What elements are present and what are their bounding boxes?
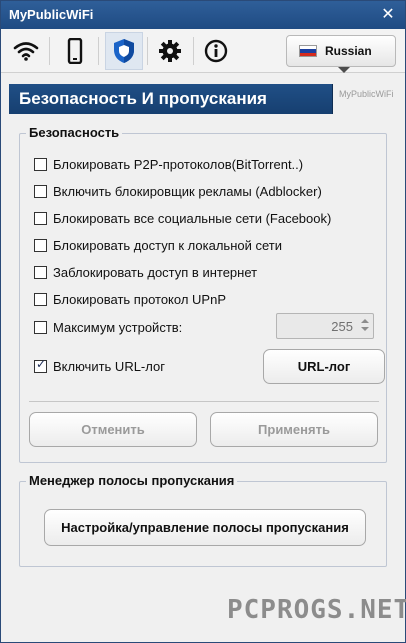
page-title: Безопасность И пропускания xyxy=(19,89,267,108)
settings-tab-button[interactable] xyxy=(151,32,189,70)
phone-icon xyxy=(67,38,83,64)
option-block-internet[interactable]: Заблокировать доступ в интернет xyxy=(34,265,257,280)
option-label: Блокировать доступ к локальной сети xyxy=(53,238,282,253)
security-legend: Безопасность xyxy=(26,125,123,140)
app-window: MyPublicWiFi ✕ Russian Безопасность И пр… xyxy=(0,0,406,643)
gear-icon xyxy=(159,40,181,62)
checkbox[interactable] xyxy=(34,321,47,334)
devices-tab-button[interactable] xyxy=(56,32,94,70)
option-label: Блокировать все социальные сети (Faceboo… xyxy=(53,211,332,226)
option-label: Блокировать P2P-протоколов(BitTorrent..) xyxy=(53,157,304,172)
checkbox[interactable] xyxy=(34,293,47,306)
security-tab-button[interactable] xyxy=(105,32,143,70)
toolbar: Russian xyxy=(1,29,405,73)
info-icon xyxy=(204,39,228,63)
about-tab-button[interactable] xyxy=(197,32,235,70)
wifi-icon xyxy=(13,42,39,61)
window-title: MyPublicWiFi xyxy=(9,7,94,22)
option-url-log[interactable]: Включить URL-лог xyxy=(34,357,165,374)
site-watermark: PCPROGS.NET xyxy=(227,595,406,625)
option-block-p2p[interactable]: Блокировать P2P-протоколов(BitTorrent..) xyxy=(34,157,303,172)
url-log-button[interactable]: URL-лог xyxy=(263,349,385,384)
divider xyxy=(29,401,379,402)
checkbox[interactable] xyxy=(34,239,47,252)
bandwidth-settings-button[interactable]: Настройка/управление полосы пропускания xyxy=(44,509,366,546)
option-label: Заблокировать доступ в интернет xyxy=(53,265,258,280)
option-label: Максимум устройств: xyxy=(53,320,183,335)
max-devices-spinner[interactable]: 255 xyxy=(276,313,374,339)
checkbox[interactable] xyxy=(34,266,47,279)
dropdown-arrow-icon xyxy=(338,67,350,73)
title-bar: MyPublicWiFi ✕ xyxy=(1,1,405,29)
option-block-lan[interactable]: Блокировать доступ к локальной сети xyxy=(34,238,282,253)
option-label: Включить блокировщик рекламы (Adblocker) xyxy=(53,184,322,199)
option-max-devices[interactable]: Максимум устройств: xyxy=(34,320,182,335)
apply-button[interactable]: Применять xyxy=(210,412,378,447)
brand-label: MyPublicWiFi xyxy=(339,89,394,99)
russia-flag-icon xyxy=(299,45,317,57)
wifi-tab-button[interactable] xyxy=(7,32,45,70)
shield-icon xyxy=(114,39,134,63)
language-select[interactable]: Russian xyxy=(286,35,396,73)
option-block-upnp[interactable]: Блокировать протокол UPnP xyxy=(34,292,226,307)
language-label: Russian xyxy=(325,44,372,58)
cancel-button[interactable]: Отменить xyxy=(29,412,197,447)
max-devices-value: 255 xyxy=(331,319,353,334)
close-icon[interactable]: ✕ xyxy=(377,4,399,26)
checkbox[interactable] xyxy=(34,185,47,198)
bandwidth-legend: Менеджер полосы пропускания xyxy=(26,473,238,488)
page-header: Безопасность И пропускания xyxy=(9,84,333,114)
option-label: Включить URL-лог xyxy=(53,359,165,374)
option-label: Блокировать протокол UPnP xyxy=(53,292,226,307)
option-adblocker[interactable]: Включить блокировщик рекламы (Adblocker) xyxy=(34,184,322,199)
option-block-social[interactable]: Блокировать все социальные сети (Faceboo… xyxy=(34,211,331,226)
checkbox[interactable] xyxy=(34,158,47,171)
checkbox[interactable] xyxy=(34,212,47,225)
spinner-arrows-icon[interactable] xyxy=(359,317,371,335)
checkbox-checked[interactable] xyxy=(34,357,47,373)
